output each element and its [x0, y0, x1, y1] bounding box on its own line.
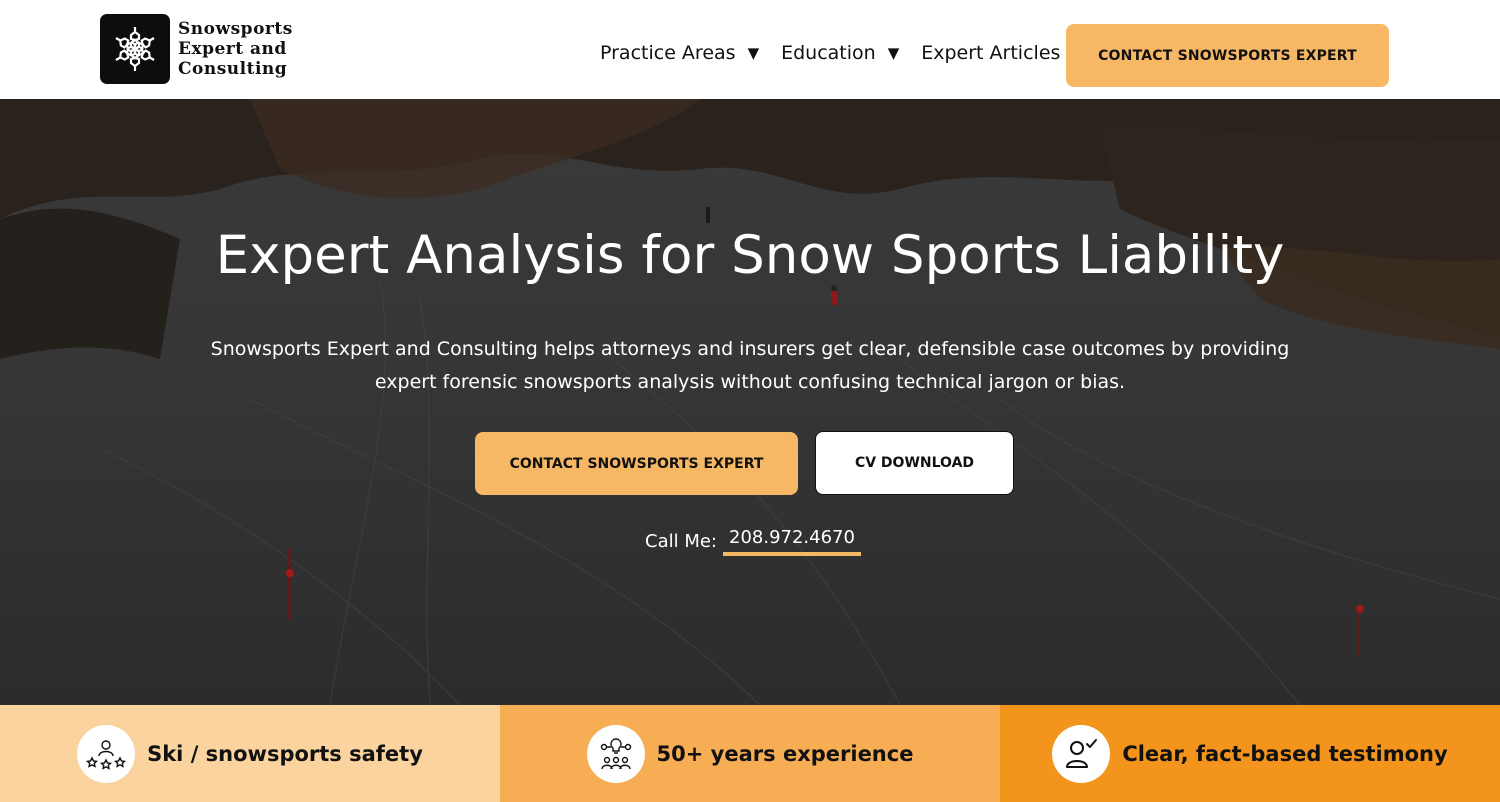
- nav-item-practice-areas[interactable]: Practice Areas ▼: [600, 42, 759, 64]
- feature-label: 50+ years experience: [656, 741, 914, 766]
- person-check-icon: [1052, 724, 1111, 783]
- nav-item-label: Practice Areas: [600, 42, 736, 64]
- hero-title: Expert Analysis for Snow Sports Liabilit…: [215, 225, 1285, 286]
- brand-logo[interactable]: Snowsports Expert and Consulting: [100, 14, 338, 84]
- nav-item-expert-articles[interactable]: Expert Articles: [921, 42, 1060, 64]
- feature-label: Clear, fact-based testimony: [1122, 741, 1448, 766]
- feature-label: Ski / snowsports safety: [147, 741, 423, 766]
- call-me-label: Call Me:: [645, 531, 717, 552]
- contact-expert-button[interactable]: CONTACT SNOWSPORTS EXPERT: [475, 432, 798, 495]
- header-contact-button[interactable]: CONTACT SNOWSPORTS EXPERT: [1066, 24, 1389, 87]
- nav-item-label: Education: [781, 42, 876, 64]
- nav-item-label: Expert Articles: [921, 42, 1061, 64]
- feature-testimony: Clear, fact-based testimony: [1000, 705, 1500, 802]
- feature-experience: 50+ years experience: [500, 705, 1000, 802]
- group-stars-icon: [77, 724, 136, 783]
- call-me-row: Call Me: 208.972.4670: [645, 527, 861, 556]
- snowflake-icon: [100, 14, 170, 84]
- hero-subtitle: Snowsports Expert and Consulting helps a…: [210, 338, 1290, 393]
- cv-download-button[interactable]: CV DOWNLOAD: [815, 431, 1014, 495]
- nav-item-education[interactable]: Education ▼: [781, 42, 899, 64]
- site-header: Snowsports Expert and Consulting Practic…: [0, 0, 1500, 99]
- hero-background-image: [0, 99, 1500, 705]
- caret-down-icon: ▼: [887, 44, 900, 62]
- brand-name-line-2: Expert and: [178, 39, 287, 59]
- feature-strip: Ski / snowsports safety 50+ years experi…: [0, 705, 1500, 802]
- brand-name-line-1: Snowsports: [178, 19, 293, 39]
- main-nav: Practice Areas ▼ Education ▼ Expert Arti…: [600, 38, 1060, 68]
- feature-ski-safety: Ski / snowsports safety: [0, 705, 500, 802]
- brand-name-line-3: Consulting: [178, 59, 288, 79]
- hero-section: Expert Analysis for Snow Sports Liabilit…: [0, 99, 1500, 705]
- brand-name: Snowsports Expert and Consulting: [178, 19, 338, 79]
- phone-link[interactable]: 208.972.4670: [723, 527, 861, 556]
- caret-down-icon: ▼: [747, 44, 760, 62]
- team-lightbulb-icon: [586, 724, 645, 783]
